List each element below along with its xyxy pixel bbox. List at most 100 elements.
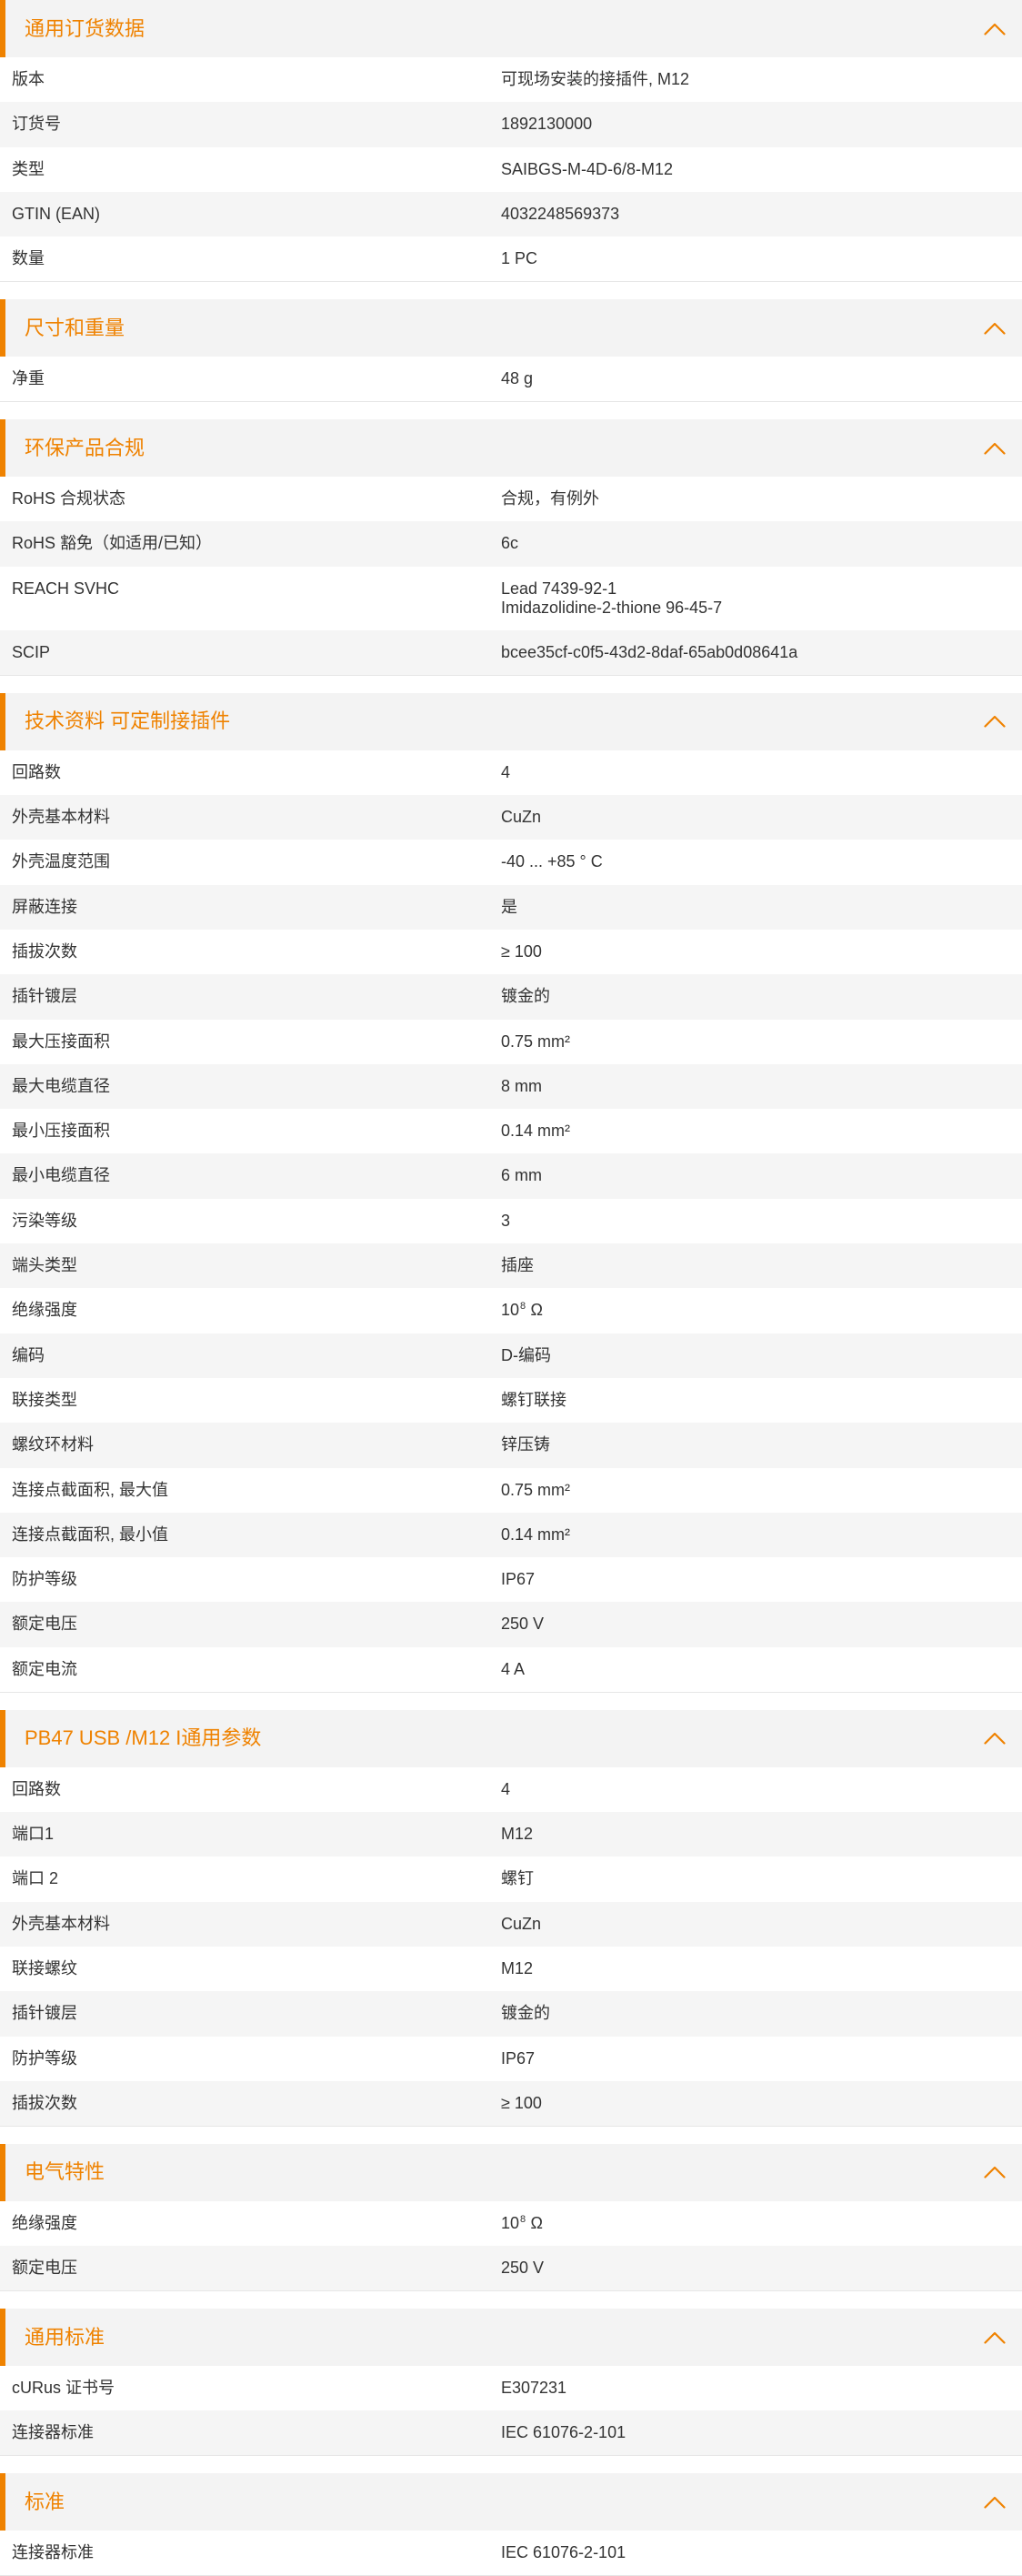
spec-value: D-编码 xyxy=(501,1346,1022,1365)
spec-value-text: 插座 xyxy=(501,1256,534,1275)
spec-label: 版本 xyxy=(12,70,45,88)
spec-value-text: 是 xyxy=(501,897,517,916)
spec-value-text: ≥ 100 xyxy=(501,2093,542,2112)
spec-section: 通用订货数据 版本 可现场安装的接插件, M12 订货号 1892130000 类型 SAI… xyxy=(0,0,1022,283)
spec-row: 订货号 1892130000 xyxy=(0,102,1022,147)
spec-value: bcee35cf-c0f5-43d2-8daf-65ab0d08641a xyxy=(501,643,1022,662)
chevron-up-glyph xyxy=(984,1733,1006,1745)
spec-value-text: 螺钉 xyxy=(501,1869,534,1888)
section-header[interactable]: 环保产品合规 xyxy=(0,419,1022,478)
spec-value-unit: Ω xyxy=(530,2213,544,2232)
spec-value-text: 可现场安装的接插件, M12 xyxy=(501,70,690,88)
spec-row: REACH SVHC Lead 7439-92-1 Imidazolidine-2-… xyxy=(0,566,1022,630)
spec-row: cURus 证书号 E307231 xyxy=(0,2366,1022,2411)
spec-value-text: M12 xyxy=(501,1958,534,1977)
spec-label: RoHS 合规状态 xyxy=(12,489,126,508)
chevron-up-glyph xyxy=(984,442,1006,455)
spec-value: 插座 xyxy=(501,1256,1022,1275)
spec-value-line: Imidazolidine-2-thione 96-45-7 xyxy=(501,598,723,617)
spec-value: 8 mm xyxy=(501,1077,1022,1096)
spec-row: RoHS 豁免（如适用/已知） 6c xyxy=(0,521,1022,567)
spec-value-text: IP67 xyxy=(501,2048,536,2068)
section-header[interactable]: 通用标准 xyxy=(0,2309,1022,2367)
spec-value-text: IEC 61076-2-101 xyxy=(501,2543,626,2562)
spec-label: 端头类型 xyxy=(12,1256,77,1275)
chevron-up-icon[interactable] xyxy=(984,322,1006,335)
spec-row: 外壳基本材料 CuZn xyxy=(0,1901,1022,1947)
section-title: 尺寸和重量 xyxy=(25,316,125,339)
spec-section: 标准 连接器标准 IEC 61076-2-101 xyxy=(0,2473,1022,2576)
spec-section: 通用标准 cURus 证书号 E307231 连接器标准 IEC 61076-2-101 xyxy=(0,2309,1022,2457)
spec-value: 0.75 mm² xyxy=(501,1032,1022,1052)
spec-value-text: 0.14 mm² xyxy=(501,1524,571,1544)
spec-label: 连接点截面积, 最小值 xyxy=(12,1524,169,1544)
spec-value-text: 1892130000 xyxy=(501,115,593,134)
spec-rows: 绝缘强度 108 Ω 额定电压 250 V xyxy=(0,2200,1022,2292)
spec-value-text: 4 xyxy=(501,1779,511,1798)
section-header[interactable]: 通用订货数据 xyxy=(0,0,1022,57)
spec-value-text: 250 V xyxy=(501,1615,545,1634)
spec-value-line: Lead 7439-92-1 xyxy=(501,579,617,598)
section-header[interactable]: 电气特性 xyxy=(0,2143,1022,2201)
spec-value-text: 4032248569373 xyxy=(501,204,620,223)
spec-row: 联接类型 螺钉联接 xyxy=(0,1377,1022,1424)
spec-value-text: 6c xyxy=(501,534,519,553)
spec-value-text: E307231 xyxy=(501,2379,567,2398)
spec-label: 连接器标准 xyxy=(12,2423,94,2442)
spec-value: IP67 xyxy=(501,2049,1022,2068)
chevron-up-icon[interactable] xyxy=(984,23,1006,35)
spec-row: 额定电流 4 A xyxy=(0,1646,1022,1693)
spec-label: GTIN (EAN) xyxy=(12,204,100,223)
spec-value: 是 xyxy=(501,898,1022,917)
section-header[interactable]: 标准 xyxy=(0,2473,1022,2531)
chevron-up-glyph xyxy=(984,23,1006,35)
spec-rows: 连接器标准 IEC 61076-2-101 xyxy=(0,2531,1022,2576)
spec-value-unit: Ω xyxy=(530,1301,544,1320)
chevron-up-icon[interactable] xyxy=(984,715,1006,728)
spec-row: 绝缘强度 108 Ω xyxy=(0,1288,1022,1333)
spec-label: 防护等级 xyxy=(12,2048,77,2068)
spec-section: PB47 USB /M12 I通用参数 回路数 4 端口1 M12 端口 2 螺钉 外壳基本材… xyxy=(0,1709,1022,2127)
spec-row: 额定电压 250 V xyxy=(0,1602,1022,1647)
section-header[interactable]: 尺寸和重量 xyxy=(0,299,1022,357)
spec-value-text: M12 xyxy=(501,1825,534,1844)
section-header[interactable]: 技术资料 可定制接插件 xyxy=(0,692,1022,750)
spec-label: 回路数 xyxy=(12,762,61,781)
spec-label: 外壳基本材料 xyxy=(12,1914,110,1933)
section-header[interactable]: PB47 USB /M12 I通用参数 xyxy=(0,1709,1022,1767)
spec-value-text: 0.75 mm² xyxy=(501,1031,571,1051)
spec-label: 屏蔽连接 xyxy=(12,897,77,916)
spec-value-exponent: 8 xyxy=(520,2213,526,2225)
spec-row: 连接点截面积, 最小值 0.14 mm² xyxy=(0,1512,1022,1558)
spec-value-text: 锌压铸 xyxy=(501,1435,550,1454)
spec-row: 端头类型 插座 xyxy=(0,1243,1022,1289)
spec-value: 6 mm xyxy=(501,1166,1022,1185)
spec-section: 尺寸和重量 净重 48 g xyxy=(0,299,1022,403)
spec-value: 250 V xyxy=(501,2259,1022,2278)
spec-row: 连接器标准 IEC 61076-2-101 xyxy=(0,2531,1022,2576)
chevron-up-icon[interactable] xyxy=(984,442,1006,455)
spec-value: E307231 xyxy=(501,2379,1022,2398)
spec-section: 技术资料 可定制接插件 回路数 4 外壳基本材料 CuZn 外壳温度范围 -40 ... +… xyxy=(0,692,1022,1693)
spec-label: 额定电流 xyxy=(12,1659,77,1678)
chevron-up-icon[interactable] xyxy=(984,2166,1006,2179)
spec-label: 最大压接面积 xyxy=(12,1031,110,1051)
chevron-up-icon[interactable] xyxy=(984,2331,1006,2344)
spec-label: 连接点截面积, 最大值 xyxy=(12,1480,169,1499)
spec-row: RoHS 合规状态 合规，有例外 xyxy=(0,477,1022,522)
spec-value: SAIBGS-M-4D-6/8-M12 xyxy=(501,160,1022,179)
spec-value: 3 xyxy=(501,1212,1022,1231)
spec-row: 连接器标准 IEC 61076-2-101 xyxy=(0,2410,1022,2457)
spec-value: 250 V xyxy=(501,1615,1022,1634)
spec-label: cURus 证书号 xyxy=(12,2379,115,2398)
spec-label: 插拔次数 xyxy=(12,2093,77,2112)
spec-label: 插针镀层 xyxy=(12,2004,77,2023)
chevron-up-icon[interactable] xyxy=(984,1732,1006,1745)
section-title: 电气特性 xyxy=(25,2160,105,2184)
spec-row: 绝缘强度 108 Ω xyxy=(0,2200,1022,2247)
spec-label: 最大电缆直径 xyxy=(12,1076,110,1095)
spec-value: 0.14 mm² xyxy=(501,1122,1022,1141)
chevron-up-icon[interactable] xyxy=(984,2496,1006,2509)
spec-label: 插拔次数 xyxy=(12,941,77,961)
spec-value: Lead 7439-92-1 Imidazolidine-2-thione 96-… xyxy=(501,579,1022,618)
